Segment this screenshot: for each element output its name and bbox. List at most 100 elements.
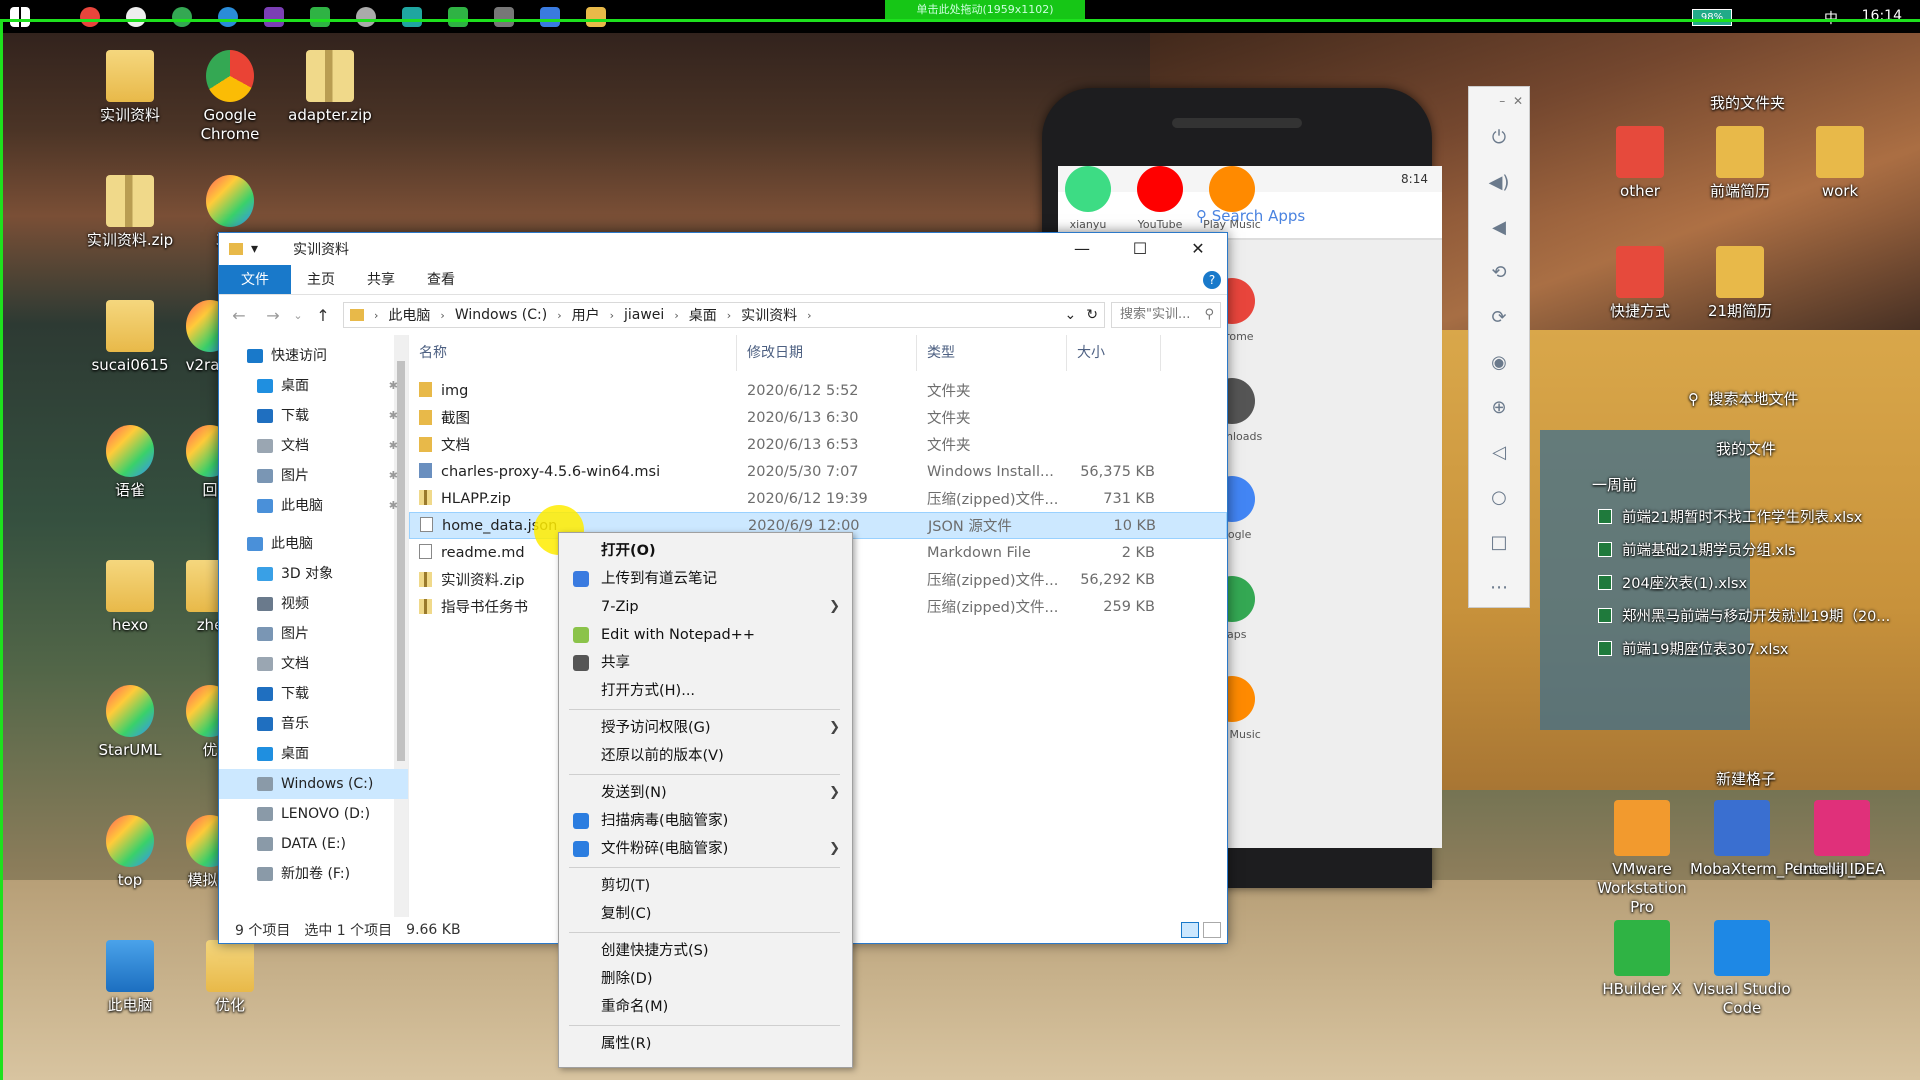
maximize-button[interactable]: ☐ [1111, 233, 1169, 265]
breadcrumb-item[interactable]: Windows (C:) [455, 307, 547, 323]
battery-indicator[interactable]: 98% [1692, 9, 1732, 26]
menu-item[interactable]: 删除(D) [559, 965, 852, 993]
rotate-right-icon[interactable]: ⟳ [1469, 295, 1529, 340]
chrome-taskbar-icon[interactable] [80, 7, 100, 27]
panel-folder[interactable]: 前端简历 [1690, 126, 1790, 201]
up-button[interactable]: ↑ [309, 306, 337, 325]
rotate-left-icon[interactable]: ⟲ [1469, 250, 1529, 295]
minimize-icon[interactable]: – [1499, 94, 1505, 108]
back-button[interactable]: ← [225, 306, 253, 325]
desktop-icon-item[interactable]: Google Chrome [180, 50, 280, 144]
nav-item[interactable]: 桌面 [219, 739, 408, 769]
nav-item[interactable]: 音乐 [219, 709, 408, 739]
windows-start-icon[interactable] [10, 7, 30, 27]
panel-app[interactable]: IntelliJ IDEA [1790, 800, 1894, 879]
nav-item[interactable]: 文档 [219, 649, 408, 679]
breadcrumb-item[interactable]: jiawei [624, 307, 664, 323]
ime-indicator[interactable]: 中 [1824, 8, 1838, 28]
recent-file[interactable]: 郑州黑马前端与移动开发就业19期（20... [1598, 605, 1890, 626]
minimize-button[interactable]: — [1053, 233, 1111, 265]
search-input[interactable]: 搜索"实训... ⚲ [1111, 302, 1221, 328]
breadcrumb-item[interactable]: 桌面 [689, 305, 717, 325]
large-icons-view-button[interactable] [1203, 922, 1221, 938]
column-name[interactable]: 名称 [409, 335, 737, 371]
column-type[interactable]: 类型 [917, 335, 1067, 371]
menu-item[interactable]: 授予访问权限(G) ❯ [559, 714, 852, 742]
nav-item[interactable]: 快速访问 [219, 341, 408, 371]
nav-item[interactable]: 桌面 ✱ [219, 371, 408, 401]
nav-item[interactable]: 视频 [219, 589, 408, 619]
menu-item[interactable]: 打开方式(H)... [559, 677, 852, 705]
recent-dropdown[interactable]: ⌄ [293, 309, 303, 322]
chevron-right-icon[interactable]: › [674, 309, 678, 322]
home-icon[interactable]: ○ [1469, 475, 1529, 520]
panel-app[interactable]: VMware Workstation Pro [1590, 800, 1694, 917]
forward-button[interactable]: → [259, 306, 287, 325]
tab-home[interactable]: 主页 [291, 265, 351, 294]
nav-item[interactable]: LENOVO (D:) [219, 799, 408, 829]
refresh-icon[interactable]: ↻ [1086, 307, 1098, 323]
tab-view[interactable]: 查看 [411, 265, 471, 294]
qa-dropdown[interactable]: ▾ [251, 241, 258, 257]
recent-file[interactable]: 204座次表(1).xlsx [1598, 572, 1747, 593]
desktop-icon-item[interactable]: 实训资料 [80, 50, 180, 125]
column-date[interactable]: 修改日期 [737, 335, 917, 371]
back-icon[interactable]: ◁ [1469, 430, 1529, 475]
desktop-icon-item[interactable]: 实训资料.zip [80, 175, 180, 250]
onenote-taskbar-icon[interactable] [264, 7, 284, 27]
app-launcher[interactable]: YouTube [1120, 166, 1200, 231]
desktop-icon-item[interactable]: adapter.zip [280, 50, 380, 125]
overview-icon[interactable]: □ [1469, 520, 1529, 565]
menu-item[interactable]: 重命名(M) [559, 993, 852, 1021]
power-icon[interactable]: ⏻ [1469, 115, 1529, 160]
chevron-right-icon[interactable]: › [557, 309, 561, 322]
nav-item[interactable]: 此电脑 ✱ [219, 491, 408, 521]
volume-up-icon[interactable]: ◀) [1469, 160, 1529, 205]
search-local-files[interactable]: ⚲ 搜索本地文件 [1688, 388, 1799, 409]
chevron-right-icon[interactable]: › [610, 309, 614, 322]
file-row[interactable]: img 2020/6/12 5:52 文件夹 [409, 377, 1227, 404]
chevron-right-icon[interactable]: › [374, 309, 378, 322]
chevron-right-icon[interactable]: › [440, 309, 444, 322]
chevron-right-icon[interactable]: › [727, 309, 731, 322]
file-row[interactable]: 截图 2020/6/13 6:30 文件夹 [409, 404, 1227, 431]
app-taskbar-icon[interactable] [448, 7, 468, 27]
desktop-icon-item[interactable]: 此电脑 [80, 940, 180, 1015]
panel-folder[interactable]: other [1590, 126, 1690, 201]
nav-item[interactable]: 3D 对象 [219, 559, 408, 589]
recent-file[interactable]: 前端19期座位表307.xlsx [1598, 638, 1788, 659]
menu-item[interactable]: 扫描病毒(电脑管家) [559, 807, 852, 835]
address-dropdown-icon[interactable]: ⌄ [1065, 307, 1077, 323]
address-bar[interactable]: › 此电脑 › Windows (C:) › 用户 › jiawei › 桌面 › 实训资料 › ⌄ ↻ [343, 302, 1105, 328]
app-taskbar-icon[interactable] [126, 7, 146, 27]
camera-icon[interactable]: ◉ [1469, 340, 1529, 385]
nav-item[interactable]: 下载 ✱ [219, 401, 408, 431]
menu-item[interactable]: 复制(C) [559, 900, 852, 928]
menu-item[interactable]: 发送到(N) ❯ [559, 779, 852, 807]
nav-item[interactable]: Windows (C:) [219, 769, 408, 799]
app-taskbar-icon[interactable] [494, 7, 514, 27]
panel-folder[interactable]: 21期简历 [1690, 246, 1790, 321]
nav-item[interactable]: 图片 ✱ [219, 461, 408, 491]
menu-item[interactable]: 还原以前的版本(V) [559, 742, 852, 770]
breadcrumb-item[interactable]: 用户 [572, 305, 600, 325]
nav-item[interactable]: 下载 [219, 679, 408, 709]
panel-folder[interactable]: 快捷方式 [1590, 246, 1690, 321]
app-taskbar-icon[interactable] [402, 7, 422, 27]
app-taskbar-icon[interactable] [356, 7, 376, 27]
menu-item[interactable]: 属性(R) [559, 1030, 852, 1058]
app-taskbar-icon[interactable] [310, 7, 330, 27]
breadcrumb-item[interactable]: 此电脑 [388, 305, 430, 325]
tab-share[interactable]: 共享 [351, 265, 411, 294]
chevron-right-icon[interactable]: › [807, 309, 811, 322]
more-icon[interactable]: ⋯ [1469, 565, 1529, 610]
tab-file[interactable]: 文件 [219, 265, 291, 294]
file-row[interactable]: charles-proxy-4.5.6-win64.msi 2020/5/30 7… [409, 458, 1227, 485]
nav-item[interactable]: DATA (E:) [219, 829, 408, 859]
panel-app[interactable]: HBuilder X [1590, 920, 1694, 999]
menu-item[interactable]: 文件粉碎(电脑管家) ❯ [559, 835, 852, 863]
nav-item[interactable]: 图片 [219, 619, 408, 649]
column-size[interactable]: 大小 [1067, 335, 1161, 371]
nav-item[interactable]: 此电脑 [219, 529, 408, 559]
help-icon[interactable]: ? [1203, 271, 1221, 289]
